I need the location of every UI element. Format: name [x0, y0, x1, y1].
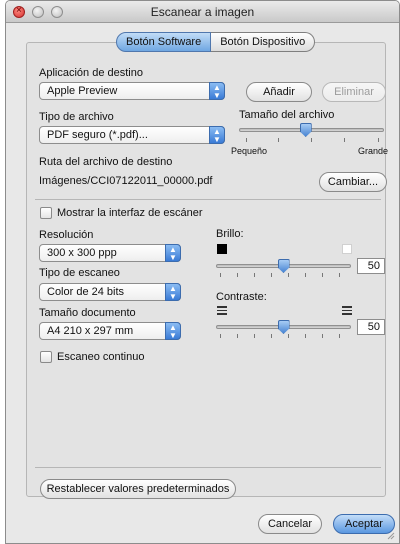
document-size-popup[interactable]: A4 210 x 297 mm ▲ ▼: [39, 322, 181, 340]
slider-tick: [378, 138, 379, 142]
brightness-label: Brillo:: [216, 228, 244, 240]
tab-device-button[interactable]: Botón Dispositivo: [211, 32, 316, 52]
file-size-min-label: Pequeño: [231, 146, 268, 156]
high-contrast-icon: [342, 306, 352, 315]
file-type-label: Tipo de archivo: [39, 111, 114, 123]
scan-type-popup[interactable]: Color de 24 bits ▲ ▼: [39, 283, 181, 301]
slider-tick: [237, 273, 238, 277]
change-path-button[interactable]: Cambiar...: [319, 172, 387, 192]
continuous-scan-checkbox[interactable]: [40, 351, 52, 363]
slider-tick: [339, 273, 340, 277]
slider-tick: [271, 273, 272, 277]
popup-arrows-icon: ▲ ▼: [165, 283, 181, 301]
document-size-value: A4 210 x 297 mm: [47, 325, 134, 337]
scan-to-image-window: × Escanear a imagen Botón Software Botón…: [5, 0, 400, 544]
file-type-value: PDF seguro (*.pdf)...: [47, 129, 148, 141]
file-size-label: Tamaño del archivo: [239, 109, 335, 121]
popup-arrows-icon: ▲ ▼: [209, 126, 225, 144]
slider-tick: [288, 273, 289, 277]
window-title: Escanear a imagen: [150, 5, 255, 19]
scan-type-label: Tipo de escaneo: [39, 267, 120, 279]
destination-app-label: Aplicación de destino: [39, 67, 143, 79]
resolution-label: Resolución: [39, 229, 94, 241]
light-swatch-icon: [342, 244, 352, 254]
cancel-button[interactable]: Cancelar: [258, 514, 322, 534]
destination-path-label: Ruta del archivo de destino: [39, 156, 173, 168]
continuous-scan-label: Escaneo continuo: [57, 351, 145, 363]
show-scanner-ui-label: Mostrar la interfaz de escáner: [57, 207, 203, 219]
dark-swatch-icon: [217, 244, 227, 254]
destination-app-value: Apple Preview: [47, 85, 118, 97]
title-bar: × Escanear a imagen: [6, 1, 399, 23]
show-scanner-ui-checkbox[interactable]: [40, 207, 52, 219]
slider-tick: [246, 138, 247, 142]
destination-app-popup[interactable]: Apple Preview ▲ ▼: [39, 82, 225, 100]
slider-tick: [339, 334, 340, 338]
restore-defaults-button[interactable]: Restablecer valores predeterminados: [40, 479, 236, 499]
popup-arrows-icon: ▲ ▼: [209, 82, 225, 100]
tab-software-button[interactable]: Botón Software: [116, 32, 212, 52]
add-app-button[interactable]: Añadir: [246, 82, 312, 102]
tab-bar: Botón Software Botón Dispositivo: [116, 32, 316, 52]
file-size-max-label: Grande: [358, 146, 389, 156]
scan-type-value: Color de 24 bits: [47, 286, 125, 298]
slider-tick: [254, 273, 255, 277]
destination-path-value: Imágenes/CCI07122011_00000.pdf: [39, 175, 213, 187]
slider-tick: [322, 273, 323, 277]
separator: [35, 199, 381, 200]
slider-tick: [271, 334, 272, 338]
slider-tick: [288, 334, 289, 338]
slider-tick: [220, 273, 221, 277]
slider-tick: [220, 334, 221, 338]
slider-tick: [278, 138, 279, 142]
slider-tick: [305, 273, 306, 277]
slider-tick: [344, 138, 345, 142]
brightness-value-field[interactable]: 50: [357, 258, 385, 274]
resolution-popup[interactable]: 300 x 300 ppp ▲ ▼: [39, 244, 181, 262]
slider-tick: [305, 334, 306, 338]
low-contrast-icon: [217, 306, 227, 315]
slider-tick: [322, 334, 323, 338]
resolution-value: 300 x 300 ppp: [47, 247, 117, 259]
popup-arrows-icon: ▲ ▼: [165, 322, 181, 340]
file-type-popup[interactable]: PDF seguro (*.pdf)... ▲ ▼: [39, 126, 225, 144]
resize-grip-icon[interactable]: [385, 530, 395, 540]
contrast-label: Contraste:: [216, 291, 267, 303]
contrast-value-field[interactable]: 50: [357, 319, 385, 335]
delete-app-button[interactable]: Eliminar: [322, 82, 386, 102]
slider-tick: [254, 334, 255, 338]
separator: [35, 467, 381, 468]
document-size-label: Tamaño documento: [39, 307, 136, 319]
popup-arrows-icon: ▲ ▼: [165, 244, 181, 262]
slider-tick: [311, 138, 312, 142]
slider-tick: [237, 334, 238, 338]
